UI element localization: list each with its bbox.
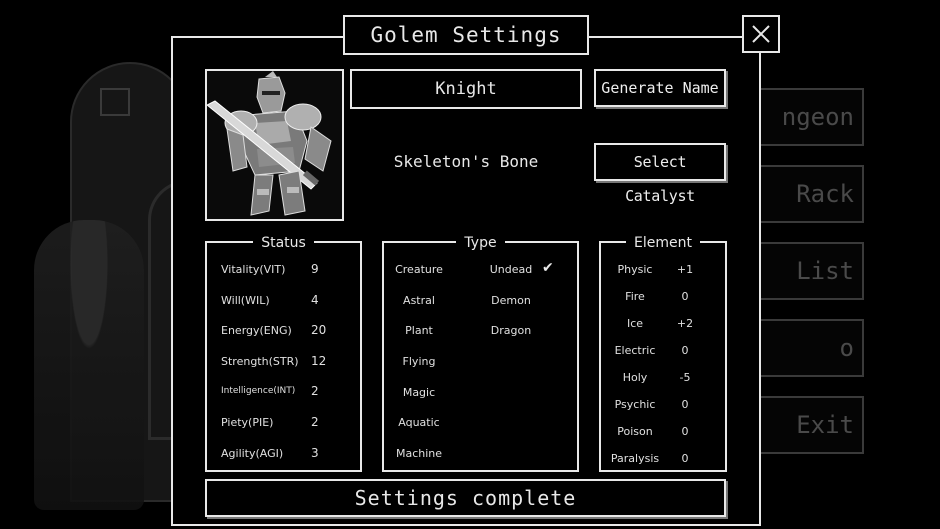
type-option-machine[interactable]: Machine: [384, 447, 454, 460]
golem-portrait: [205, 69, 344, 221]
element-label-ice: Ice: [626, 317, 644, 330]
status-label-will: Will(WIL): [221, 294, 270, 307]
element-label-paralysis: Paralysis: [610, 452, 660, 465]
element-label-electric: Electric: [614, 344, 656, 357]
background-window: [100, 88, 130, 116]
element-value-electric: 0: [681, 344, 689, 357]
status-label-intelligence: Intelligence(INT): [221, 386, 296, 396]
status-label-vitality: Vitality(VIT): [221, 263, 286, 276]
type-option-aquatic[interactable]: Aquatic: [384, 416, 454, 429]
type-option-creature[interactable]: Creature: [384, 263, 454, 276]
element-value-physic: +1: [676, 263, 694, 276]
undead-selected-check-icon: ✔: [542, 260, 554, 276]
settings-complete-button[interactable]: Settings complete: [205, 479, 726, 517]
element-value-poison: 0: [681, 425, 689, 438]
status-value-piety: 2: [311, 415, 319, 429]
close-icon: [752, 25, 770, 43]
type-option-astral[interactable]: Astral: [384, 294, 454, 307]
element-label-poison: Poison: [617, 425, 653, 438]
bg-menu-exit-button[interactable]: Exit: [754, 396, 864, 454]
status-value-intelligence: 2: [311, 384, 319, 398]
element-panel: Element Physic +1 Fire 0 Ice +2 Electric…: [599, 235, 727, 472]
knight-portrait-image: [207, 71, 342, 219]
status-panel-title: Status: [253, 235, 314, 251]
element-label-holy: Holy: [622, 371, 648, 384]
element-label-physic: Physic: [617, 263, 653, 276]
generate-name-button[interactable]: Generate Name: [594, 69, 726, 107]
status-label-energy: Energy(ENG): [221, 324, 292, 337]
catalyst-name: Skeleton's Bone: [393, 152, 539, 171]
status-value-energy: 20: [311, 323, 327, 337]
element-label-fire: Fire: [625, 290, 645, 303]
type-option-demon[interactable]: Demon: [476, 294, 546, 307]
element-label-psychic: Psychic: [614, 398, 656, 411]
dialog-title: Golem Settings: [343, 15, 589, 55]
status-panel: Status Vitality(VIT) 9 Will(WIL) 4 Energ…: [205, 235, 362, 472]
type-option-flying[interactable]: Flying: [384, 355, 454, 368]
status-label-piety: Piety(PIE): [221, 416, 274, 429]
type-panel: Type Creature Astral Plant Flying Magic …: [382, 235, 579, 472]
bg-menu-rack-button[interactable]: Rack: [754, 165, 864, 223]
element-value-paralysis: 0: [681, 452, 689, 465]
element-panel-title: Element: [626, 235, 700, 251]
type-option-magic[interactable]: Magic: [384, 386, 454, 399]
golem-name-field[interactable]: Knight: [350, 69, 582, 109]
type-option-undead[interactable]: Undead: [476, 263, 546, 276]
status-value-agility: 3: [311, 446, 319, 460]
status-value-strength: 12: [311, 354, 327, 368]
close-button[interactable]: [742, 15, 780, 53]
bg-menu-dungeon-button[interactable]: ngeon: [754, 88, 864, 146]
type-panel-title: Type: [456, 235, 505, 251]
bg-menu-list-button[interactable]: List: [754, 242, 864, 300]
background-hooded-figure: [34, 220, 144, 510]
element-value-fire: 0: [681, 290, 689, 303]
element-value-ice: +2: [676, 317, 694, 330]
status-label-strength: Strength(STR): [221, 355, 299, 368]
type-option-dragon[interactable]: Dragon: [476, 324, 546, 337]
type-option-plant[interactable]: Plant: [384, 324, 454, 337]
element-value-holy: -5: [679, 371, 691, 384]
bg-menu-item-button[interactable]: o: [754, 319, 864, 377]
element-value-psychic: 0: [681, 398, 689, 411]
status-value-will: 4: [311, 293, 319, 307]
select-catalyst-button[interactable]: Select Catalyst: [594, 143, 726, 205]
status-label-agility: Agility(AGI): [221, 447, 284, 460]
status-value-vitality: 9: [311, 262, 319, 276]
